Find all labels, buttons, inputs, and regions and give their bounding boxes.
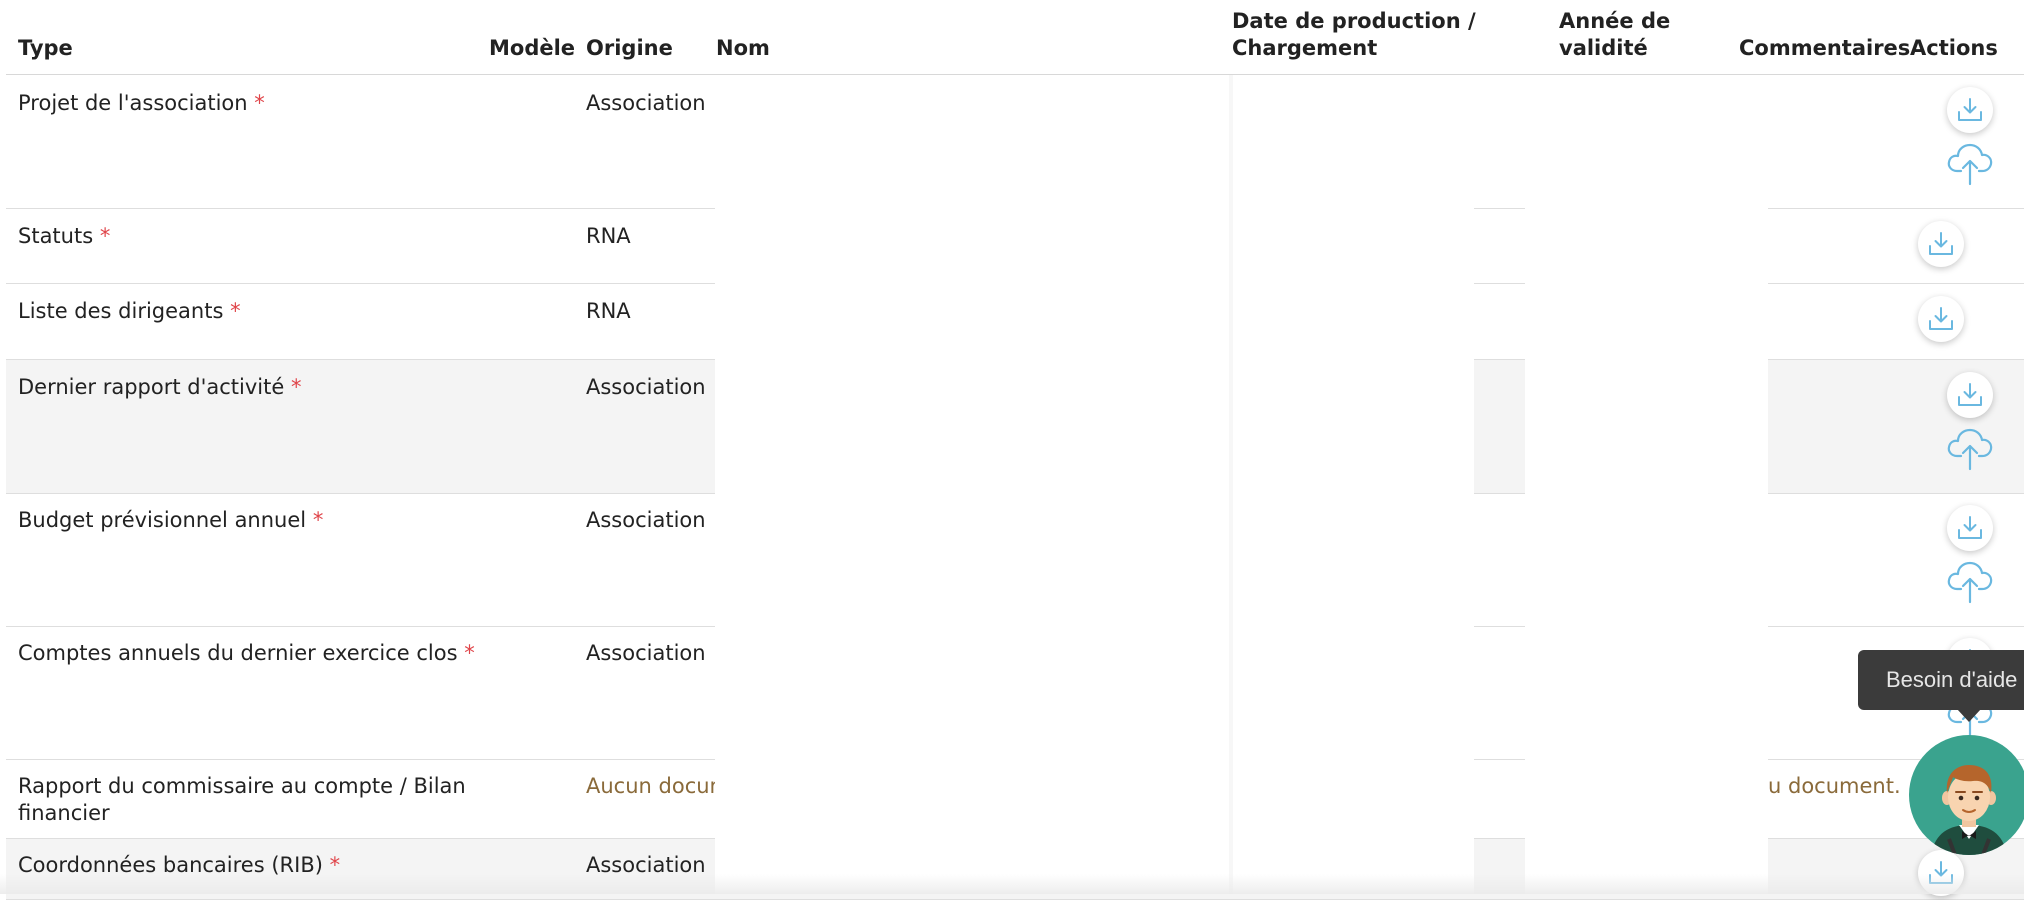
column-header-actions: Actions: [1910, 36, 1998, 60]
hidden-column-nom: [715, 75, 1229, 894]
column-header-nom[interactable]: Nom: [716, 35, 770, 62]
column-header-annee[interactable]: Année de validité: [1559, 8, 1670, 62]
row-type-label: Liste des dirigeants: [18, 299, 224, 323]
help-tooltip: Besoin d'aide: [1858, 650, 2024, 710]
row-type-label: Dernier rapport d'activité: [18, 375, 285, 399]
cloud-upload-icon: [1945, 422, 1995, 472]
required-marker: *: [230, 299, 241, 323]
row-type-label: Budget prévisionnel annuel: [18, 508, 307, 532]
required-marker: *: [254, 91, 265, 115]
download-button[interactable]: [1947, 87, 1993, 133]
download-button[interactable]: [1947, 505, 1993, 551]
row-type-label: Comptes annuels du dernier exercice clos: [18, 641, 458, 665]
download-icon: [1955, 513, 1985, 543]
row-origin: RNA: [586, 299, 631, 323]
row-origin: RNA: [586, 224, 631, 248]
row-type: Projet de l'association *: [18, 90, 265, 117]
required-marker: *: [464, 641, 475, 665]
required-marker: *: [290, 375, 302, 399]
column-header-date-line1: Date de production /: [1232, 9, 1476, 33]
download-icon: [1926, 229, 1956, 259]
row-type: Rapport du commissaire au compte / Bilan…: [18, 773, 466, 827]
row-type: Dernier rapport d'activité *: [18, 374, 301, 401]
column-separator: [1229, 75, 1233, 894]
download-icon: [1926, 304, 1956, 334]
upload-button[interactable]: [1945, 422, 1995, 472]
download-button[interactable]: [1918, 221, 1964, 267]
cloud-upload-icon: [1945, 555, 1995, 605]
no-document-comment: u document.: [1768, 774, 1901, 798]
row-origin: Association: [586, 508, 706, 532]
row-origin: Association: [586, 375, 706, 399]
row-type-label-line2: financier: [18, 801, 110, 825]
upload-button[interactable]: [1945, 137, 1995, 187]
row-type-label: Statuts: [18, 224, 94, 248]
help-tooltip-arrow: [1957, 709, 1981, 722]
no-document-text: Aucun docum: [586, 774, 715, 798]
assistant-avatar-icon: [1931, 765, 2007, 855]
row-type-label: Projet de l'association: [18, 91, 248, 115]
column-header-date-line2: Chargement: [1232, 36, 1378, 60]
download-button[interactable]: [1918, 296, 1964, 342]
hidden-column-date: [1233, 75, 1474, 894]
download-icon: [1955, 95, 1985, 125]
row-origin: Association: [586, 91, 706, 115]
column-header-annee-line1: Année de: [1559, 9, 1671, 33]
row-origin: Association: [586, 641, 706, 665]
cloud-upload-icon: [1945, 137, 1995, 187]
row-type: Liste des dirigeants *: [18, 298, 241, 325]
column-header-origine[interactable]: Origine: [586, 35, 673, 62]
column-header-type[interactable]: Type: [18, 35, 73, 62]
upload-button[interactable]: [1945, 555, 1995, 605]
download-icon: [1955, 380, 1985, 410]
row-type: Budget prévisionnel annuel *: [18, 507, 323, 534]
required-marker: *: [312, 508, 324, 532]
column-header-modele[interactable]: Modèle: [489, 35, 575, 62]
row-type-label-line1: Rapport du commissaire au compte / Bilan: [18, 774, 466, 798]
hidden-column-annee: [1525, 75, 1768, 894]
column-header-annee-line2: validité: [1559, 36, 1648, 60]
row-type: Comptes annuels du dernier exercice clos…: [18, 640, 475, 667]
help-assistant-button[interactable]: [1909, 735, 2024, 855]
required-marker: *: [99, 224, 111, 248]
bottom-fade: [0, 874, 2024, 894]
column-header-date[interactable]: Date de production / Chargement: [1232, 8, 1476, 62]
row-type: Statuts *: [18, 223, 110, 250]
column-header-commentaires[interactable]: Commentaires: [1739, 35, 1910, 62]
download-button[interactable]: [1947, 372, 1993, 418]
